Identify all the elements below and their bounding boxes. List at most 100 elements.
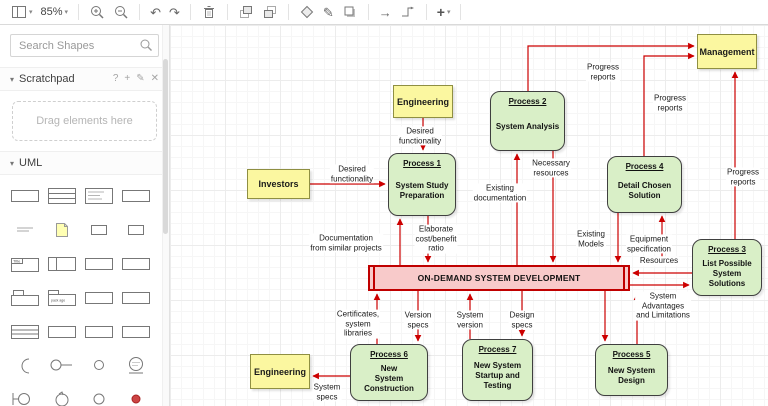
edge-label-system-specs[interactable]: System specs (312, 382, 342, 402)
shape-uml-text[interactable] (6, 215, 43, 245)
chevron-down-icon: ▾ (10, 158, 15, 168)
undo-button[interactable]: ↶ (147, 5, 164, 20)
waypoints-button[interactable] (397, 3, 419, 21)
edge-label-necessary-resources[interactable]: Necessary resources (531, 158, 571, 178)
shape-uml-note[interactable] (43, 215, 80, 245)
insert-button[interactable]: + ▾ (434, 4, 454, 20)
node-process4[interactable]: Process 4 Detail Chosen Solution (607, 156, 682, 213)
to-front-button[interactable] (235, 3, 257, 21)
shape-uml-rectangle[interactable] (117, 249, 154, 279)
sidebar-scrollbar-thumb[interactable] (163, 59, 168, 234)
node-process1[interactable]: Process 1 System Study Preparation (388, 153, 456, 216)
process-title: Process 5 (612, 350, 651, 359)
scratchpad-close-icon[interactable]: ✕ (151, 74, 159, 84)
edge-label-system-advantages[interactable]: System Advantages and Limitations (635, 291, 691, 321)
shape-uml-rectangle[interactable] (117, 317, 154, 347)
shape-uml-class[interactable] (43, 181, 80, 211)
edge-label-equipment-specification[interactable]: Equipment specification (625, 234, 673, 254)
shape-uml-small-rect[interactable] (117, 215, 154, 245)
edge-label-progress-reports-3[interactable]: Progress reports (725, 167, 761, 187)
shape-uml-required-interface[interactable] (6, 351, 43, 381)
scratchpad-edit-icon[interactable]: ✎ (136, 74, 144, 84)
connection-button[interactable]: → (376, 5, 395, 20)
line-color-icon: ✎ (322, 4, 334, 20)
node-datastore[interactable]: ON-DEMAND SYSTEM DEVELOPMENT (368, 265, 630, 291)
store-label: ON-DEMAND SYSTEM DEVELOPMENT (417, 273, 581, 283)
shape-uml-class-fields[interactable] (80, 181, 117, 211)
scratchpad-dropzone[interactable]: Drag elements here (12, 101, 157, 141)
node-management[interactable]: Management (697, 34, 757, 69)
node-engineering-bottom[interactable]: Engineering (250, 354, 310, 389)
page-view-button[interactable]: ▾ (8, 3, 36, 21)
edge-label-certificates-libraries[interactable]: Certificates, system libraries (335, 309, 381, 339)
insert-icon: + (436, 4, 445, 20)
shape-uml-rectangle[interactable] (80, 283, 117, 313)
search-icon[interactable] (139, 38, 153, 52)
svg-text:pack age: pack age (51, 299, 65, 303)
zoom-level-select[interactable]: 85% ▾ (38, 5, 72, 19)
redo-button[interactable]: ↷ (166, 5, 183, 20)
shape-uml-small-rect[interactable] (80, 215, 117, 245)
node-process3[interactable]: Process 3 List Possible System Solutions (692, 239, 762, 296)
process-title: Process 1 (403, 159, 441, 168)
shape-uml-frame[interactable]: Title (6, 249, 43, 279)
edge-label-existing-documentation[interactable]: Existing documentation (472, 183, 528, 203)
shape-uml-circle[interactable] (80, 351, 117, 381)
uml-section-label: UML (19, 157, 43, 169)
shape-uml-boundary-object[interactable] (6, 385, 43, 406)
edge-label-existing-models[interactable]: Existing Models (575, 229, 607, 249)
shape-uml-divided-rect[interactable] (43, 249, 80, 279)
shape-uml-rectangle[interactable] (43, 317, 80, 347)
edge-label-system-version[interactable]: System version (455, 310, 485, 330)
edge-label-resources[interactable]: Resources (638, 256, 680, 266)
zoom-out-button[interactable] (110, 3, 132, 21)
scratchpad-add-icon[interactable]: + (124, 74, 130, 84)
shape-uml-object[interactable] (6, 181, 43, 211)
zoom-in-button[interactable] (86, 3, 108, 21)
toolbar-separator (189, 4, 191, 20)
edge-label-version-specs[interactable]: Version specs (403, 310, 433, 330)
fill-color-button[interactable] (296, 3, 318, 21)
shape-uml-component[interactable] (6, 283, 43, 313)
edge-label-design-specs[interactable]: Design specs (508, 310, 536, 330)
edge-label-progress-reports-2[interactable]: Progress reports (652, 93, 688, 113)
search-input[interactable] (10, 34, 159, 57)
edge-label-desired-functionality-left[interactable]: Desired functionality (329, 164, 375, 184)
node-engineering-top[interactable]: Engineering (393, 85, 453, 118)
delete-icon (203, 6, 214, 18)
edge-label-desired-functionality-top[interactable]: Desired functionality (397, 126, 443, 146)
chevron-down-icon: ▾ (10, 74, 15, 84)
fill-color-icon (300, 5, 314, 19)
shape-uml-list[interactable] (6, 317, 43, 347)
delete-button[interactable] (198, 3, 220, 21)
shape-uml-terminate-node[interactable] (117, 385, 154, 406)
shape-uml-rectangle[interactable] (117, 283, 154, 313)
node-investors[interactable]: Investors (247, 169, 310, 199)
node-process7[interactable]: Process 7 New System Startup and Testing (462, 339, 533, 401)
sidebar-scrollbar[interactable] (162, 25, 169, 406)
edge-label-progress-reports-1[interactable]: Progress reports (585, 62, 621, 82)
edge-label-documentation-similar-projects[interactable]: Documentation from similar projects (309, 233, 383, 253)
uml-section-header[interactable]: ▾ UML (0, 151, 169, 175)
chevron-down-icon: ▾ (64, 8, 69, 16)
shape-uml-package[interactable]: pack age (43, 283, 80, 313)
node-label: Engineering (253, 366, 306, 377)
to-back-button[interactable] (259, 3, 281, 21)
edge-label-elaborate-cost-benefit[interactable]: Elaborate cost/benefit ratio (414, 224, 458, 254)
node-process6[interactable]: Process 6 New System Construction (350, 344, 428, 401)
shape-uml-rectangle[interactable] (117, 181, 154, 211)
shape-uml-entity-object[interactable] (117, 351, 154, 381)
scratchpad-help-icon[interactable]: ? (113, 74, 119, 84)
node-process5[interactable]: Process 5 New System Design (595, 344, 668, 396)
diagram-canvas[interactable]: Engineering Investors Management Enginee… (170, 25, 768, 406)
shape-uml-circle[interactable] (80, 385, 117, 406)
scratchpad-header[interactable]: ▾ Scratchpad ? + ✎ ✕ (0, 67, 169, 91)
line-color-button[interactable]: ✎ (320, 5, 337, 20)
main-area: ▾ Scratchpad ? + ✎ ✕ Drag elements here … (0, 25, 768, 406)
shape-uml-provided-interface[interactable] (43, 351, 80, 381)
shape-uml-rectangle[interactable] (80, 317, 117, 347)
shape-uml-control-object[interactable] (43, 385, 80, 406)
node-process2[interactable]: Process 2 System Analysis (490, 91, 565, 151)
shadow-button[interactable] (339, 3, 361, 21)
shape-uml-rectangle[interactable] (80, 249, 117, 279)
